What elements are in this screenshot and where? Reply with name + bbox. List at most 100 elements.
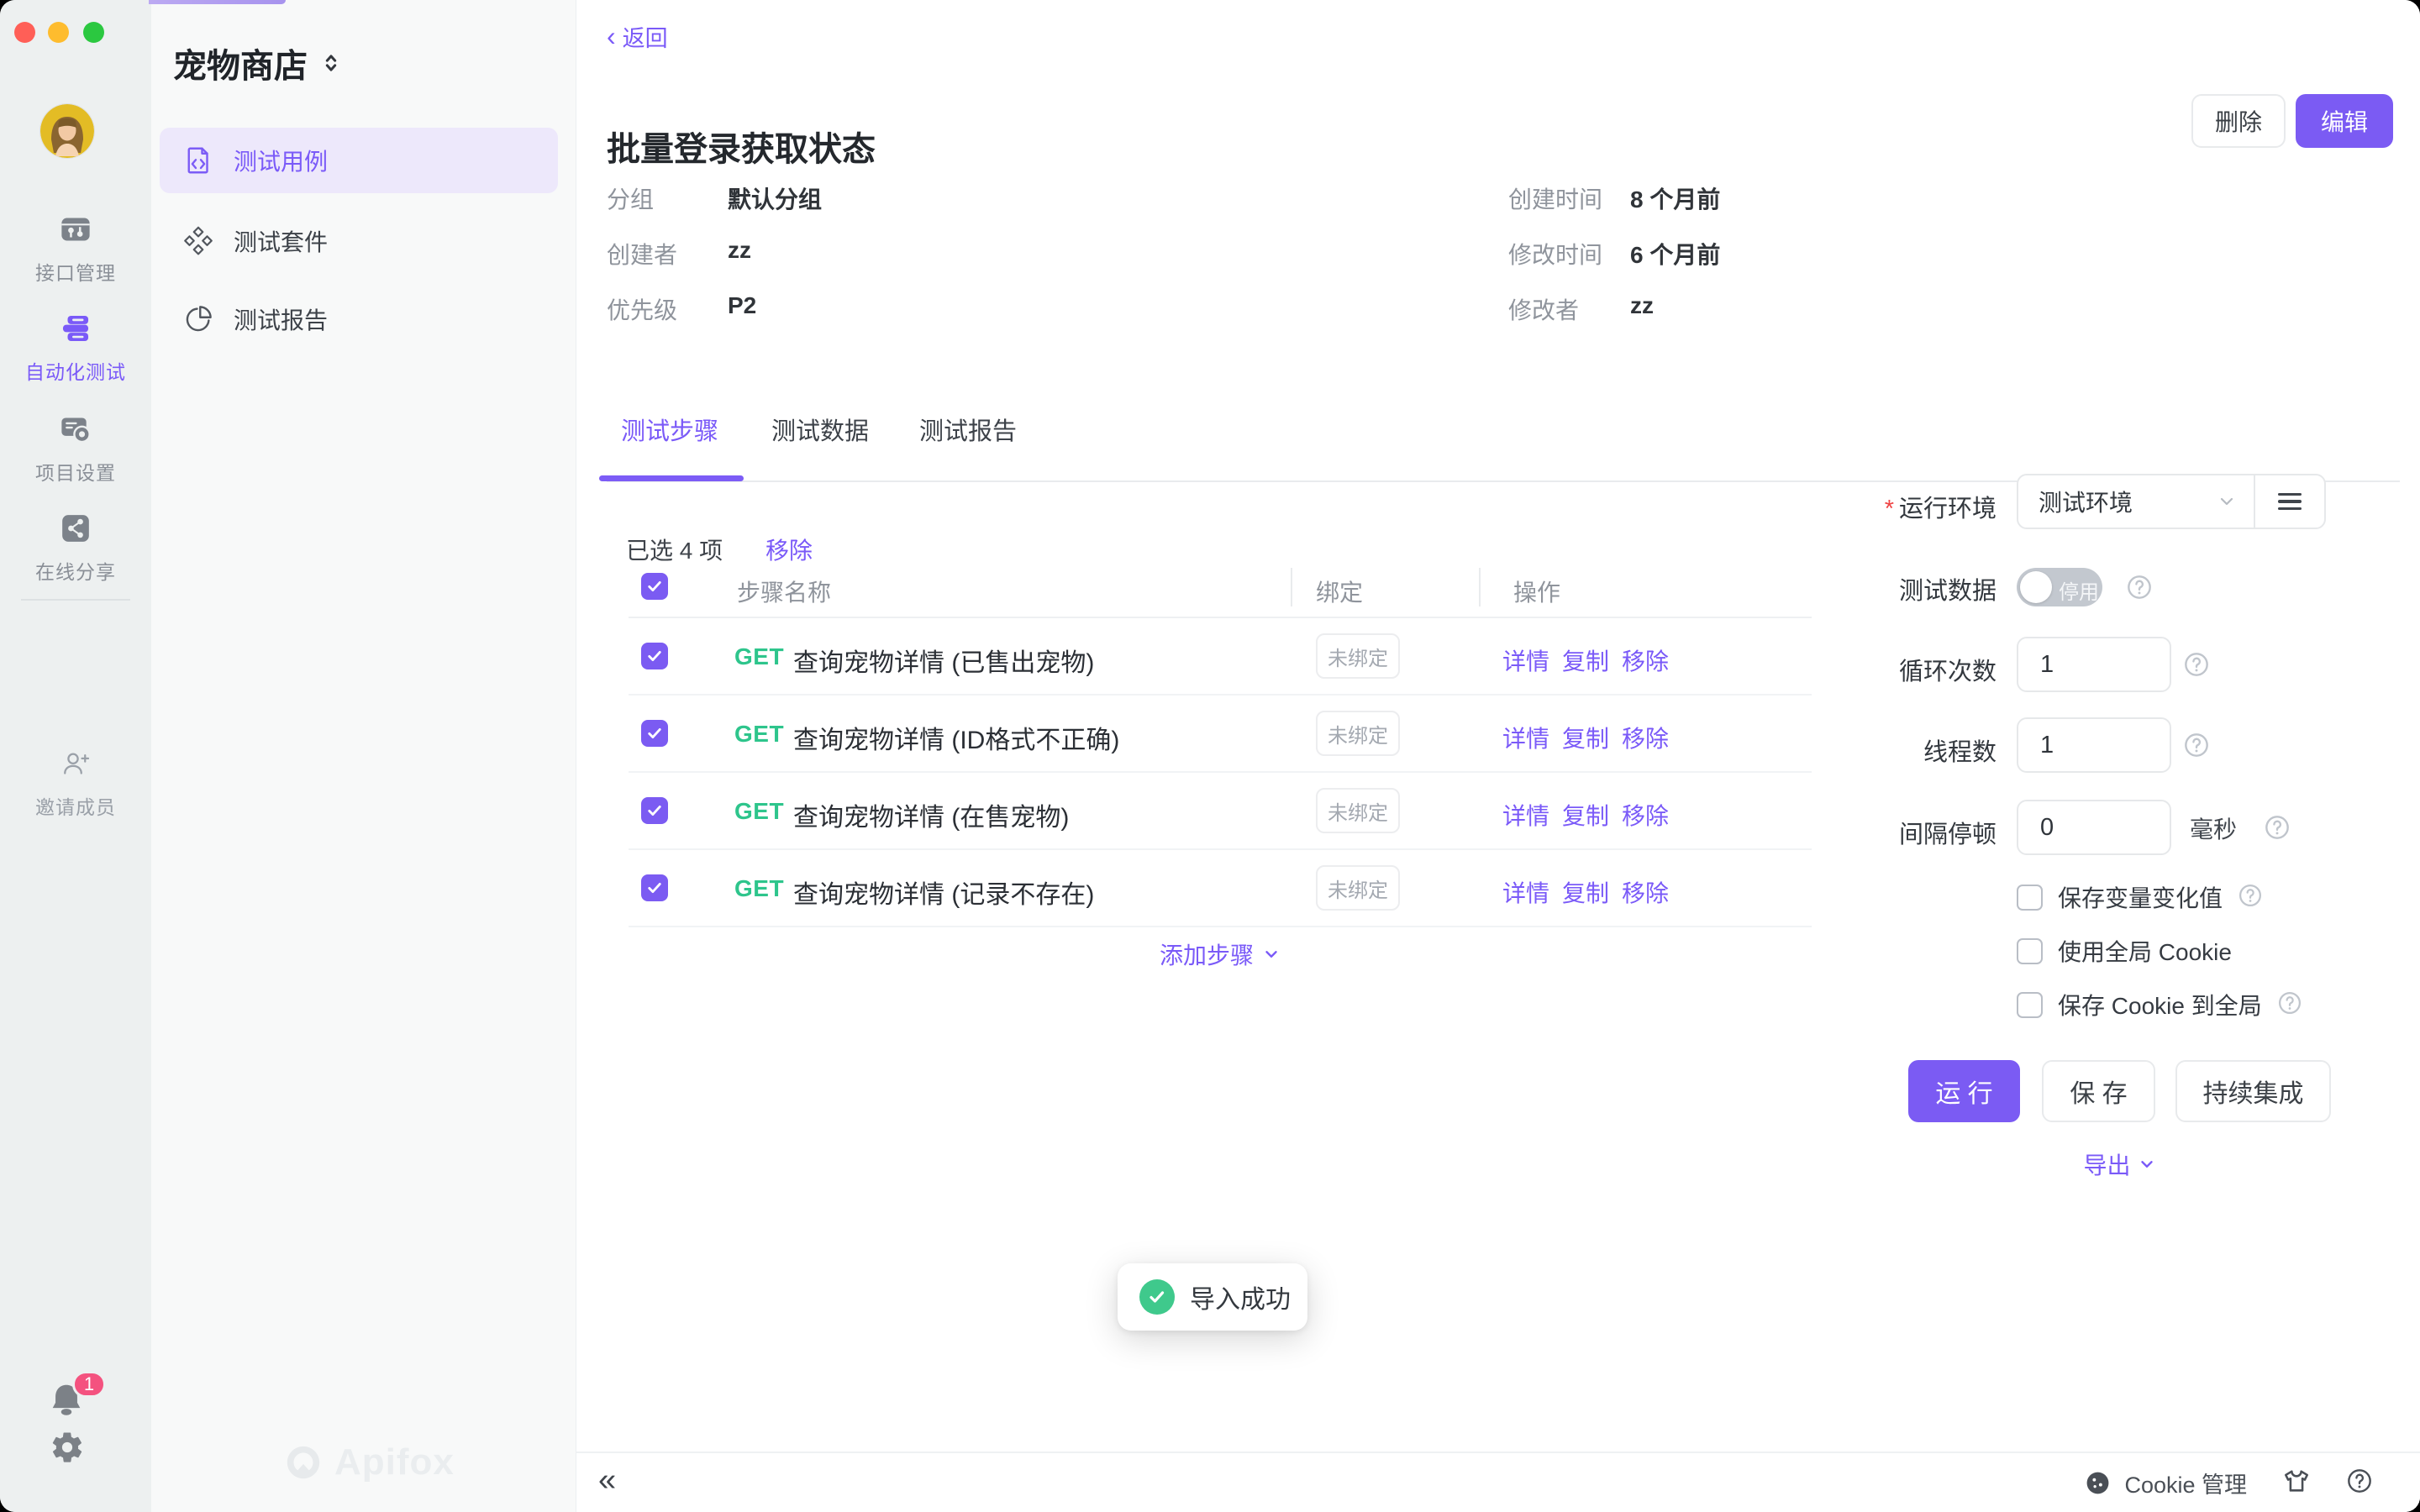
help-icon[interactable] <box>2126 574 2153 605</box>
cookie-manager-button[interactable]: Cookie 管理 <box>2085 1467 2247 1499</box>
help-icon[interactable] <box>2183 732 2210 763</box>
project-switcher[interactable]: 宠物商店 <box>173 39 343 87</box>
sidebar-item-automation-testing[interactable]: 自动化测试 <box>0 312 151 385</box>
table-row: GET 查询宠物详情 (在售宠物) 未绑定 详情 复制 移除 <box>629 773 1812 850</box>
checkbox[interactable] <box>2017 938 2043 964</box>
remove-link[interactable]: 移除 <box>1622 798 1669 832</box>
project-sidebar: 宠物商店 测试用例 测试套件 <box>151 0 576 1512</box>
sidebar-item-label: 接口管理 <box>35 257 116 286</box>
remove-link[interactable]: 移除 <box>1622 643 1669 677</box>
copy-link[interactable]: 复制 <box>1562 798 1609 832</box>
copy-link[interactable]: 复制 <box>1562 643 1609 677</box>
column-header-actions: 操作 <box>1513 575 1560 608</box>
column-header-binding: 绑定 <box>1316 575 1363 608</box>
delete-button[interactable]: 删除 <box>2191 94 2286 148</box>
environment-select-value: 测试环境 <box>2039 485 2133 518</box>
sidebar-item-test-suites[interactable]: 测试套件 <box>160 208 558 274</box>
checkbox-label: 使用全局 Cookie <box>2058 934 2232 968</box>
row-checkbox[interactable] <box>641 797 668 824</box>
add-step-button[interactable]: 添加步骤 <box>629 937 1812 971</box>
detail-link[interactable]: 详情 <box>1502 721 1549 754</box>
row-actions: 详情 复制 移除 <box>1502 875 1669 909</box>
environment-menu-button[interactable] <box>2255 475 2324 528</box>
avatar[interactable] <box>40 104 94 158</box>
detail-link[interactable]: 详情 <box>1502 643 1549 677</box>
detail-link[interactable]: 详情 <box>1502 798 1549 832</box>
export-button[interactable]: 导出 <box>1908 1147 2331 1181</box>
question-icon <box>2346 1467 2373 1494</box>
chevron-down-icon <box>2217 491 2237 512</box>
option-use-global-cookie: 使用全局 Cookie <box>2017 927 2232 974</box>
apifox-watermark-text: Apifox <box>334 1441 455 1483</box>
sidebar-item-label: 测试用例 <box>234 144 328 177</box>
tab-test-data[interactable]: 测试数据 <box>771 412 869 447</box>
minimize-button[interactable] <box>48 22 69 43</box>
thread-count-label: 线程数 <box>1778 732 1996 768</box>
table-row: GET 查询宠物详情 (ID格式不正确) 未绑定 详情 复制 移除 <box>629 696 1812 773</box>
help-button[interactable] <box>2346 1467 2373 1499</box>
settings-button[interactable] <box>50 1430 85 1465</box>
checkbox[interactable] <box>2017 992 2043 1018</box>
environment-select[interactable]: 测试环境 <box>2018 475 2255 528</box>
step-name: 查询宠物详情 (记录不存在) <box>793 874 1094 911</box>
thread-count-input[interactable] <box>2017 717 2171 773</box>
add-step-label: 添加步骤 <box>1160 937 1254 971</box>
save-button[interactable]: 保 存 <box>2042 1060 2155 1122</box>
status-bar: « Cookie 管理 <box>576 1452 2420 1512</box>
meta-value: zz <box>728 237 751 264</box>
notifications-button[interactable]: 1 <box>47 1381 104 1428</box>
http-method: GET <box>734 798 784 825</box>
row-checkbox[interactable] <box>641 643 668 669</box>
binding-badge: 未绑定 <box>1316 788 1400 833</box>
checkbox-label: 保存变量变化值 <box>2058 880 2223 914</box>
step-name: 查询宠物详情 (已售出宠物) <box>793 642 1094 679</box>
toggle-knob <box>2020 571 2052 603</box>
detail-link[interactable]: 详情 <box>1502 875 1549 909</box>
page-title: 批量登录获取状态 <box>607 122 876 171</box>
help-icon[interactable] <box>2183 651 2210 682</box>
checkbox[interactable] <box>2017 885 2043 911</box>
loop-count-input[interactable] <box>2017 637 2171 692</box>
loop-count-label: 循环次数 <box>1778 652 1996 687</box>
sidebar-item-label: 自动化测试 <box>25 356 126 385</box>
back-link[interactable]: ‹ 返回 <box>607 20 668 53</box>
zoom-button[interactable] <box>83 22 104 43</box>
sidebar-item-test-cases[interactable]: 测试用例 <box>160 128 558 193</box>
sidebar-item-label: 在线分享 <box>35 556 116 585</box>
tab-test-report[interactable]: 测试报告 <box>919 412 1017 447</box>
run-button[interactable]: 运 行 <box>1908 1060 2020 1122</box>
help-icon[interactable] <box>2238 883 2263 912</box>
interval-input[interactable] <box>2017 800 2171 855</box>
invite-members-button[interactable]: 邀请成员 <box>0 749 151 820</box>
edit-button[interactable]: 编辑 <box>2296 94 2393 148</box>
help-icon[interactable] <box>2277 990 2302 1020</box>
sidebar-item-online-share[interactable]: 在线分享 <box>0 512 151 585</box>
http-method: GET <box>734 875 784 902</box>
remove-selected-link[interactable]: 移除 <box>765 533 813 566</box>
collapse-sidebar-button[interactable]: « <box>598 1462 616 1499</box>
theme-button[interactable] <box>2282 1467 2311 1499</box>
copy-link[interactable]: 复制 <box>1562 721 1609 754</box>
tab-test-steps[interactable]: 测试步骤 <box>621 412 718 447</box>
online-share-icon <box>60 512 92 549</box>
row-checkbox[interactable] <box>641 874 668 901</box>
close-button[interactable] <box>14 22 35 43</box>
remove-link[interactable]: 移除 <box>1622 721 1669 754</box>
sidebar-item-project-settings[interactable]: 项目设置 <box>0 413 151 486</box>
remove-link[interactable]: 移除 <box>1622 875 1669 909</box>
toggle-label: 停用 <box>2059 575 2099 605</box>
copy-link[interactable]: 复制 <box>1562 875 1609 909</box>
active-tab-underline <box>599 475 744 481</box>
sidebar-item-api-management[interactable]: 接口管理 <box>0 213 151 286</box>
help-icon[interactable] <box>2264 814 2291 845</box>
apifox-logo-icon <box>284 1443 323 1482</box>
gear-icon <box>50 1430 85 1465</box>
row-checkbox[interactable] <box>641 720 668 747</box>
ci-button[interactable]: 持续集成 <box>2175 1060 2331 1122</box>
sidebar-item-test-reports[interactable]: 测试报告 <box>160 286 558 352</box>
check-icon <box>646 879 663 896</box>
step-name: 查询宠物详情 (ID格式不正确) <box>793 719 1119 756</box>
test-data-toggle[interactable]: 停用 <box>2017 568 2102 606</box>
select-all-checkbox[interactable] <box>641 573 668 600</box>
test-report-icon <box>183 304 213 334</box>
